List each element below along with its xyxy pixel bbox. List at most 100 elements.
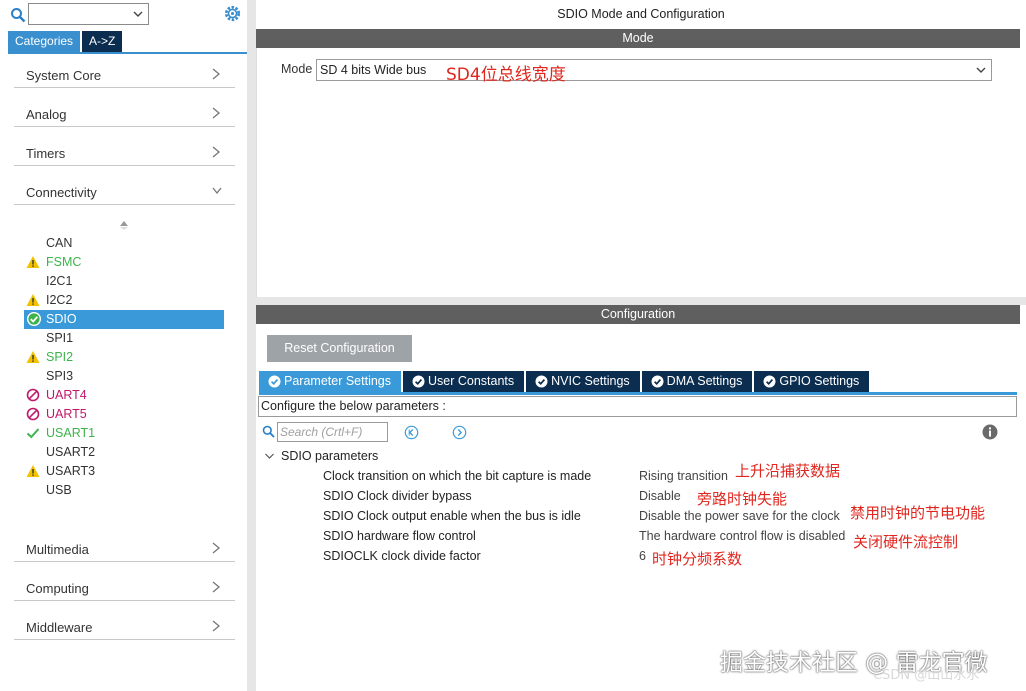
peripheral-i2c1[interactable]: I2C1 (26, 272, 226, 291)
tab-gpio-settings[interactable]: GPIO Settings (754, 371, 870, 392)
param-note: 关闭硬件流控制 (853, 533, 959, 551)
peripheral-sdio[interactable]: SDIO (24, 310, 224, 329)
peripheral-label: USART3 (46, 464, 96, 478)
category-system-core[interactable]: System Core (14, 64, 235, 88)
chevron-right-icon (212, 581, 221, 593)
param-name: SDIO Clock output enable when the bus is… (323, 509, 581, 523)
category-label: Middleware (26, 620, 93, 635)
param-note: 上升沿捕获数据 (735, 462, 841, 480)
category-computing[interactable]: Computing (14, 577, 235, 601)
search-icon[interactable] (10, 7, 26, 23)
param-name: SDIOCLK clock divide factor (323, 549, 481, 563)
tab-dma-settings[interactable]: DMA Settings (641, 371, 753, 392)
category-multimedia[interactable]: Multimedia (14, 538, 235, 562)
param-value[interactable]: 6 (639, 549, 646, 563)
peripheral-label: SDIO (46, 312, 77, 326)
peripheral-can[interactable]: CAN (26, 234, 226, 253)
peripheral-label: USART2 (46, 445, 96, 459)
peripheral-label: I2C1 (46, 274, 73, 288)
chevron-down-icon[interactable] (264, 451, 275, 461)
category-tabs: Categories A->Z (8, 31, 123, 52)
param-note: 旁路时钟失能 (697, 490, 788, 508)
param-value[interactable]: Disable (639, 489, 681, 503)
warning-icon (26, 351, 40, 363)
chevron-right-icon (212, 68, 221, 80)
tab-label: User Constants (428, 374, 515, 388)
warning-icon (26, 294, 40, 306)
chevron-down-icon[interactable] (975, 64, 987, 76)
blocked-icon (26, 407, 40, 421)
check-circle-icon (535, 375, 548, 388)
search-icon (262, 425, 275, 438)
peripheral-label: SPI3 (46, 369, 74, 383)
peripheral-fsmc[interactable]: FSMC (26, 253, 226, 272)
chevron-right-icon (212, 620, 221, 632)
peripheral-spi2[interactable]: SPI2 (26, 348, 226, 367)
tab-a-to-z[interactable]: A->Z (82, 31, 123, 52)
tab-parameter-settings[interactable]: Parameter Settings (259, 371, 401, 392)
mode-annotation: SD4位总线宽度 (446, 65, 566, 85)
peripheral-label: FSMC (46, 255, 82, 269)
peripheral-usart2[interactable]: USART2 (26, 443, 226, 462)
peripheral-usb[interactable]: USB (26, 481, 226, 500)
watermark-secondary: CSDN @山山水水 (873, 668, 980, 683)
info-icon[interactable] (982, 424, 998, 440)
peripheral-uart4[interactable]: UART4 (26, 386, 226, 405)
check-icon (26, 428, 40, 439)
param-name: SDIO hardware flow control (323, 529, 476, 543)
reset-configuration-button[interactable]: Reset Configuration (267, 335, 412, 362)
peripheral-label: SPI1 (46, 331, 74, 345)
mode-panel (256, 48, 1020, 297)
parameter-group-title[interactable]: SDIO parameters (281, 449, 378, 463)
category-label: Multimedia (26, 542, 89, 557)
blocked-icon (26, 388, 40, 402)
check-circle-icon (651, 375, 664, 388)
peripheral-usart1[interactable]: USART1 (26, 424, 226, 443)
peripheral-label: USB (46, 483, 72, 497)
mode-select[interactable]: SD 4 bits Wide bus (316, 59, 992, 81)
mode-header: Mode (256, 29, 1020, 48)
peripheral-label: CAN (46, 236, 73, 250)
tab-label: GPIO Settings (779, 374, 860, 388)
panel-splitter[interactable] (247, 0, 256, 691)
peripheral-label: SPI2 (46, 350, 74, 364)
peripheral-label: UART4 (46, 388, 87, 402)
parameter-search-input[interactable]: Search (Crtl+F) (277, 422, 388, 442)
app-window: Categories A->Z System Core Analog Timer… (0, 0, 1026, 691)
tab-nvic-settings[interactable]: NVIC Settings (526, 371, 640, 392)
peripheral-uart5[interactable]: UART5 (26, 405, 226, 424)
category-middleware[interactable]: Middleware (14, 616, 235, 640)
chevron-right-icon (212, 146, 221, 158)
param-value[interactable]: Rising transition (639, 469, 728, 483)
category-timers[interactable]: Timers (14, 142, 235, 166)
category-analog[interactable]: Analog (14, 103, 235, 127)
page-title: SDIO Mode and Configuration (256, 0, 1026, 29)
param-note: 时钟分频系数 (652, 550, 743, 568)
left-panel: Categories A->Z System Core Analog Timer… (0, 0, 247, 691)
peripheral-spi3[interactable]: SPI3 (26, 367, 226, 386)
panel-splitter-horizontal[interactable] (256, 297, 1026, 305)
peripheral-spi1[interactable]: SPI1 (26, 329, 226, 348)
category-connectivity[interactable]: Connectivity (14, 181, 235, 205)
peripheral-i2c2[interactable]: I2C2 (26, 291, 226, 310)
gear-icon[interactable] (223, 4, 242, 23)
tab-underline (8, 52, 247, 54)
check-circle-icon (27, 312, 41, 326)
param-value[interactable]: The hardware control flow is disabled (639, 529, 845, 543)
scroll-up-icon[interactable] (119, 219, 129, 231)
tab-label: DMA Settings (666, 374, 743, 388)
config-tabs: Parameter Settings User Constants NVIC S… (259, 371, 871, 392)
check-circle-icon (763, 375, 776, 388)
peripheral-usart3[interactable]: USART3 (26, 462, 226, 481)
param-note: 禁用时钟的节电功能 (850, 504, 986, 522)
config-description: Configure the below parameters : (258, 396, 1017, 417)
next-icon[interactable] (452, 425, 467, 440)
chevron-down-icon[interactable] (132, 8, 144, 20)
param-value[interactable]: Disable the power save for the clock (639, 509, 840, 523)
search-combo[interactable] (28, 3, 149, 25)
mode-select-value: SD 4 bits Wide bus (320, 63, 427, 77)
tab-user-constants[interactable]: User Constants (403, 371, 525, 392)
tab-categories[interactable]: Categories (8, 31, 81, 52)
param-name: SDIO Clock divider bypass (323, 489, 472, 503)
previous-icon[interactable] (404, 425, 419, 440)
